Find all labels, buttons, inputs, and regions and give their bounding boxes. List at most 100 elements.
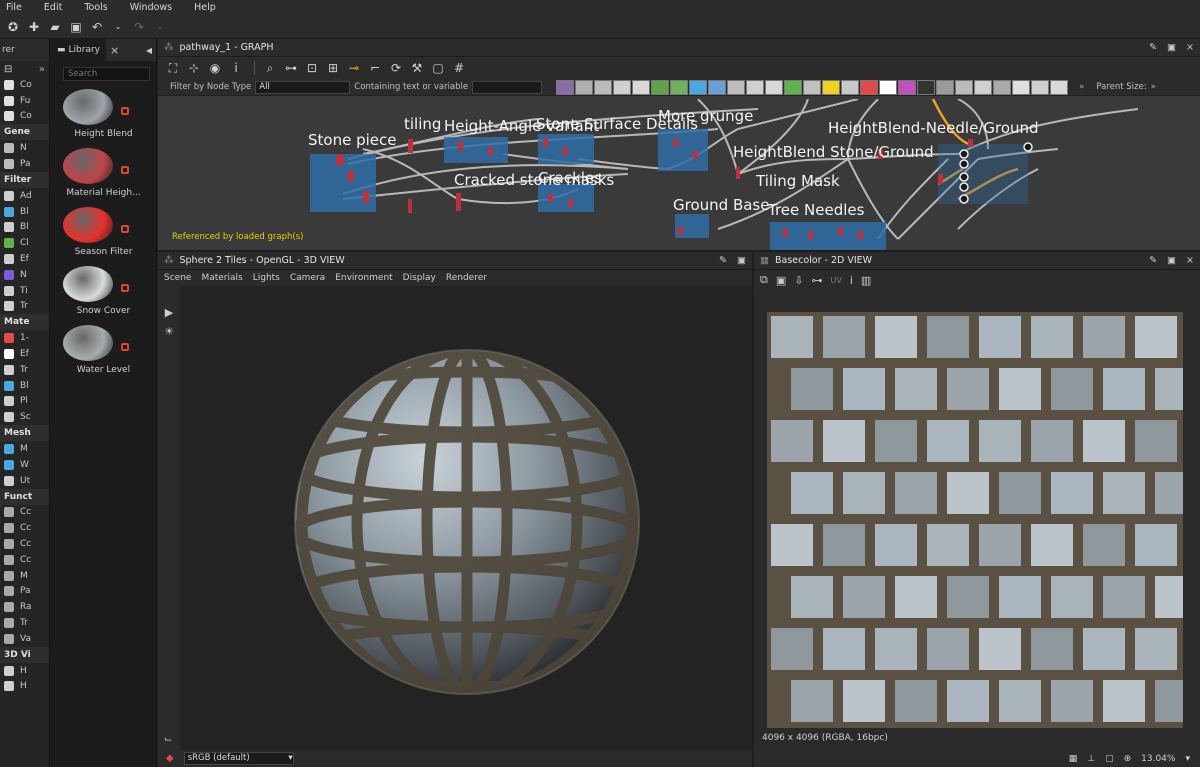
connect-icon[interactable]: ⊸ [345,60,363,76]
explorer-section-header[interactable]: Gene [0,124,49,141]
comment-icon[interactable]: ▢ [429,60,447,76]
library-item[interactable]: Height Blend [59,89,149,140]
explorer-item[interactable]: Ti [0,283,49,299]
filter-node-type-select[interactable]: All [255,80,351,94]
explorer-item[interactable]: 1- [0,330,49,346]
node-palette-item[interactable] [1050,79,1069,95]
node-palette-item[interactable] [594,79,613,95]
node-palette-item[interactable] [841,79,860,95]
maximize-icon[interactable]: ▣ [1167,255,1176,266]
pin-icon[interactable]: ✎ [1149,42,1157,53]
node-palette-item[interactable] [803,79,822,95]
explorer-item[interactable]: Ef [0,346,49,362]
containing-text-input[interactable] [472,80,543,94]
node-palette-item[interactable] [936,79,955,95]
close-icon[interactable]: × [1186,42,1194,53]
node-palette-item[interactable] [784,79,803,95]
info-icon[interactable]: ⅰ [227,60,245,76]
explorer-tab[interactable]: rer [0,39,49,61]
node-palette-item[interactable] [727,79,746,95]
tab-library[interactable]: ▬ Library [51,39,106,61]
explorer-section-header[interactable]: 3D Vi [0,646,49,663]
save-icon[interactable]: ▣ [776,274,786,287]
library-search-input[interactable]: Search [63,67,150,81]
explorer-item[interactable]: Sc [0,409,49,425]
explorer-item[interactable]: Bl [0,204,49,220]
node-palette-item[interactable] [822,79,841,95]
open-folder-icon[interactable]: ▰ [46,19,64,35]
layout-icon[interactable]: ⊞ [324,60,342,76]
explorer-item[interactable]: N [0,140,49,156]
library-item[interactable]: Season Filter [59,207,149,258]
explorer-item[interactable]: Ad [0,188,49,204]
library-item[interactable]: Material Heigh... [59,148,149,199]
pin-icon[interactable]: ✎ [1149,255,1157,266]
pivot-icon[interactable]: ⊥ [1087,754,1095,764]
tools-icon[interactable]: ⚒ [408,60,426,76]
node-palette-item[interactable] [670,79,689,95]
explorer-item[interactable]: N [0,267,49,283]
explorer-item[interactable]: Cc [0,505,49,521]
explorer-item[interactable]: Tr [0,615,49,631]
node-palette-item[interactable] [993,79,1012,95]
explorer-item[interactable]: Cc [0,552,49,568]
close-icon[interactable]: × [110,44,119,57]
explorer-item[interactable]: M [0,441,49,457]
route-icon[interactable]: ⌐ [366,60,384,76]
node-palette-item[interactable] [632,79,651,95]
node-palette-item[interactable] [917,79,936,95]
share-icon[interactable]: ⊶ [811,274,822,287]
grid-icon[interactable]: ▦ [1069,754,1078,764]
histogram-icon[interactable]: ▥ [861,274,871,287]
library-item[interactable]: Snow Cover [59,266,149,317]
explorer-item[interactable]: Pa [0,584,49,600]
explorer-item[interactable]: W [0,457,49,473]
explorer-item[interactable]: Ra [0,599,49,615]
explorer-item[interactable]: Pa [0,156,49,172]
layers-icon[interactable]: ◆ [166,753,174,764]
explorer-item[interactable]: M [0,568,49,584]
new-package-icon[interactable]: ✪ [4,19,22,35]
zoom-dropdown-icon[interactable]: ▾ [1185,754,1190,764]
menu-windows[interactable]: Windows [130,2,172,13]
explorer-item[interactable]: H [0,663,49,679]
search-icon[interactable]: ⌕ [261,60,279,76]
save-icon[interactable]: ▣ [67,19,85,35]
node-palette-item[interactable] [613,79,632,95]
explorer-section-header[interactable]: Mate [0,314,49,331]
node-palette-item[interactable] [1012,79,1031,95]
colorspace-select[interactable]: sRGB (default) ▾ [183,752,294,765]
menu-help[interactable]: Help [194,2,216,13]
explorer-item[interactable]: Ef [0,251,49,267]
node-palette-item[interactable] [708,79,727,95]
node-palette-item[interactable] [860,79,879,95]
library-item[interactable]: Water Level [59,325,149,376]
new-graph-icon[interactable]: ✚ [25,19,43,35]
explorer-item[interactable]: Pl [0,394,49,410]
collapse-icon[interactable]: ⊟ [4,64,12,75]
explorer-item[interactable]: H [0,679,49,695]
align-icon[interactable]: ⊶ [282,60,300,76]
explorer-item[interactable]: Ut [0,473,49,489]
menu-edit[interactable]: Edit [44,2,62,13]
explorer-section-header[interactable]: Funct [0,488,49,505]
explorer-item[interactable]: Tr [0,362,49,378]
camera-icon[interactable]: ◉ [206,60,224,76]
explorer-item[interactable]: Co [0,77,49,93]
undo-icon[interactable]: ↶ [88,19,106,35]
expand-chevron-icon[interactable]: » [39,64,45,75]
explorer-item[interactable]: Va [0,631,49,647]
redo-icon[interactable]: ↷ [130,19,148,35]
node-palette-item[interactable] [974,79,993,95]
explorer-item[interactable]: Cc [0,536,49,552]
explorer-item[interactable]: Bl [0,220,49,236]
node-palette-item[interactable] [746,79,765,95]
explorer-item[interactable]: Fu [0,93,49,109]
node-palette-item[interactable] [879,79,898,95]
explorer-section-header[interactable]: Filter [0,171,49,188]
sphere-render[interactable] [158,252,752,767]
node-palette-item[interactable] [765,79,784,95]
link-icon[interactable]: ⊡ [303,60,321,76]
menu-file[interactable]: File [6,2,22,13]
info-icon[interactable]: ⅰ [850,274,853,287]
